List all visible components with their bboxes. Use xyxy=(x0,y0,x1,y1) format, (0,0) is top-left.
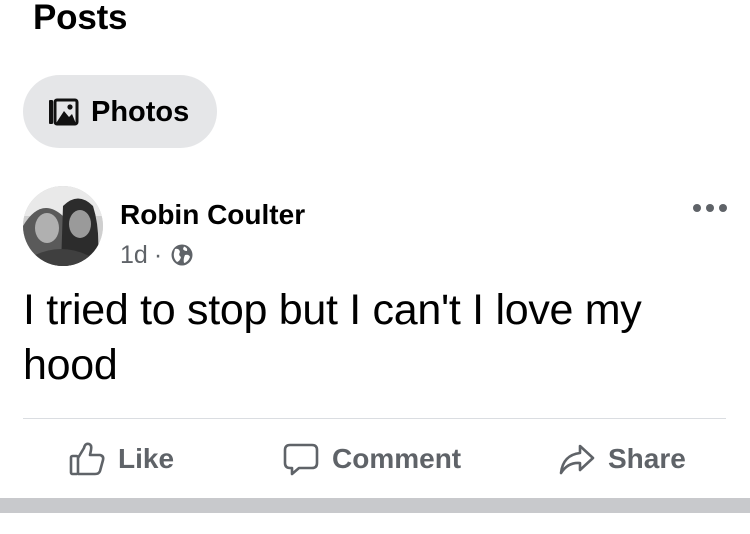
globe-icon xyxy=(170,243,194,267)
feed-separator xyxy=(0,498,750,513)
share-icon xyxy=(558,440,596,478)
photos-filter-button[interactable]: Photos xyxy=(23,75,217,148)
comment-label: Comment xyxy=(332,443,462,474)
author-name[interactable]: Robin Coulter xyxy=(120,198,305,232)
post-text: I tried to stop but I can't I love my ho… xyxy=(23,286,642,389)
more-horizontal-icon xyxy=(693,204,727,212)
comment-button[interactable]: Comment xyxy=(282,436,461,482)
section-title: Posts xyxy=(33,0,128,37)
share-button[interactable]: Share xyxy=(558,436,686,482)
post-divider xyxy=(23,418,726,419)
photos-filter-label: Photos xyxy=(91,95,190,128)
profile-posts-section: Posts Photos Robin Coulter 1d · I tried … xyxy=(0,0,750,534)
meta-separator: · xyxy=(153,241,163,269)
like-button[interactable]: Like xyxy=(68,436,174,482)
post-meta: 1d · xyxy=(120,240,194,270)
thumbs-up-icon xyxy=(68,440,106,478)
author-avatar[interactable] xyxy=(23,186,103,266)
photos-icon xyxy=(47,96,79,128)
comment-icon xyxy=(282,440,320,478)
share-label: Share xyxy=(608,443,686,474)
post-time[interactable]: 1d xyxy=(120,240,148,270)
like-label: Like xyxy=(118,443,175,474)
more-options-button[interactable] xyxy=(690,196,730,220)
